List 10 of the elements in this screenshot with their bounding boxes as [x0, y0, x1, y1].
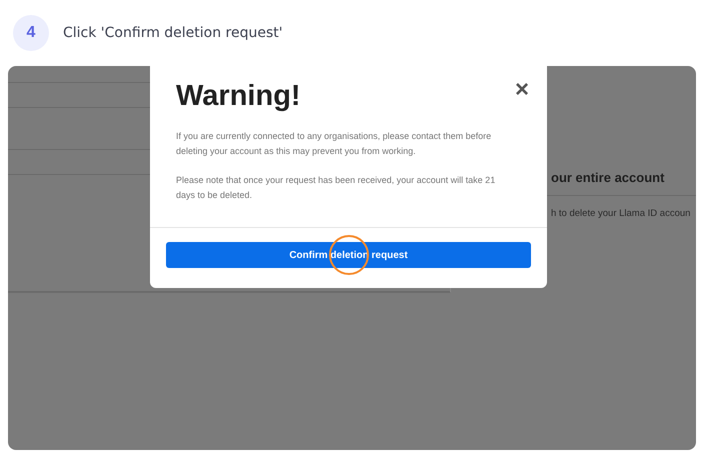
confirm-button[interactable]: Confirm deletion request	[166, 242, 531, 268]
dialog-message: Please note that once your request has been received, your account will take 21 days to be deleted.	[176, 174, 496, 202]
section-heading: our entire account	[551, 170, 664, 185]
click-highlight	[329, 235, 369, 275]
close-button[interactable]: ×	[512, 78, 531, 102]
step-instruction: Click 'Confirm deletion request'	[63, 25, 283, 41]
dialog-title: Warning!	[176, 80, 301, 113]
step-number: 4	[13, 15, 49, 51]
dialog-message: If you are currently connected to any organisations, please contact them before deleting your account as this may prevent you from working.	[176, 130, 492, 158]
section-description: h to delete your Llama ID accoun	[551, 208, 690, 219]
